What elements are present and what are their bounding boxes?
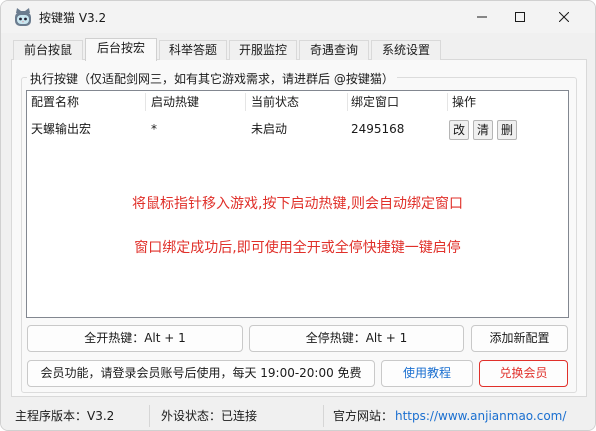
status-divider: [149, 405, 150, 427]
tab-background-macro[interactable]: 后台按宏: [85, 38, 157, 61]
clear-button[interactable]: 清: [473, 120, 493, 140]
window-title: 按键猫 V3.2: [39, 11, 107, 25]
tab-exam-answer[interactable]: 科举答题: [159, 40, 227, 60]
tab-adventure-query[interactable]: 奇遇查询: [299, 40, 369, 60]
column-divider[interactable]: [145, 93, 146, 111]
edit-button[interactable]: 改: [449, 120, 469, 140]
tab-system-settings[interactable]: 系统设置: [371, 40, 441, 60]
config-list[interactable]: 配置名称 启动热键 当前状态 绑定窗口 操作 天螺输出宏 * 未启动 24951…: [26, 90, 569, 318]
cell-config-name: 天螺输出宏: [31, 122, 92, 136]
app-window: 按键猫 V3.2 前台按鼠 后台按宏 科举答题 开服监控 奇遇查询 系统设置 执…: [0, 0, 596, 431]
close-button[interactable]: [541, 1, 587, 33]
tab-strip: 前台按鼠 后台按宏 科举答题 开服监控 奇遇查询 系统设置: [11, 38, 587, 61]
add-config-button[interactable]: 添加新配置: [471, 325, 568, 352]
minimize-icon: [477, 16, 487, 18]
maximize-button[interactable]: [497, 1, 543, 33]
close-icon: [559, 12, 569, 22]
cell-hotkey: *: [151, 122, 157, 136]
cell-status: 未启动: [251, 122, 288, 136]
tab-foreground-mouse[interactable]: 前台按鼠: [13, 40, 83, 60]
redeem-member-button[interactable]: 兑换会员: [479, 360, 568, 387]
cell-bound-window: 2495168: [351, 122, 405, 136]
title-bar: 按键猫 V3.2: [1, 1, 595, 33]
tab-server-monitor[interactable]: 开服监控: [229, 40, 297, 60]
device-status: 外设状态：已连接: [161, 409, 258, 423]
tutorial-button[interactable]: 使用教程: [381, 360, 473, 387]
column-divider[interactable]: [245, 93, 246, 111]
cat-logo-icon: [13, 7, 33, 27]
status-divider: [323, 405, 324, 427]
official-site-label: 官方网站：: [333, 409, 394, 423]
col-header-window[interactable]: 绑定窗口: [347, 91, 447, 113]
col-header-name[interactable]: 配置名称: [27, 91, 145, 113]
notice-line-1: 将鼠标指针移入游戏,按下启动热键,则会自动绑定窗口: [132, 196, 463, 212]
col-header-actions[interactable]: 操作: [448, 91, 548, 113]
status-bar: 主程序版本：V3.2 外设状态：已连接 官方网站： https://www.an…: [1, 401, 595, 430]
col-header-hotkey[interactable]: 启动热键: [147, 91, 243, 113]
col-header-status[interactable]: 当前状态: [247, 91, 347, 113]
delete-button[interactable]: 删: [497, 120, 517, 140]
group-legend: 执行按键（仅适配剑网三，如有其它游戏需求，请进群后 @按键猫）: [27, 70, 397, 87]
maximize-icon: [515, 12, 525, 22]
program-version: 主程序版本：V3.2: [15, 409, 115, 423]
official-site-link[interactable]: https://www.anjianmao.com/: [395, 407, 566, 425]
stop-all-hotkey-button[interactable]: 全停热键：Alt + 1: [249, 325, 464, 352]
start-all-hotkey-button[interactable]: 全开热键：Alt + 1: [27, 325, 243, 352]
notice-line-2: 窗口绑定成功后,即可使用全开或全停快捷键一键启停: [134, 240, 461, 256]
member-info-button[interactable]: 会员功能，请登录会员账号后使用，每天 19:00-20:00 免费: [27, 360, 375, 387]
list-header: 配置名称 启动热键 当前状态 绑定窗口 操作: [27, 91, 568, 113]
